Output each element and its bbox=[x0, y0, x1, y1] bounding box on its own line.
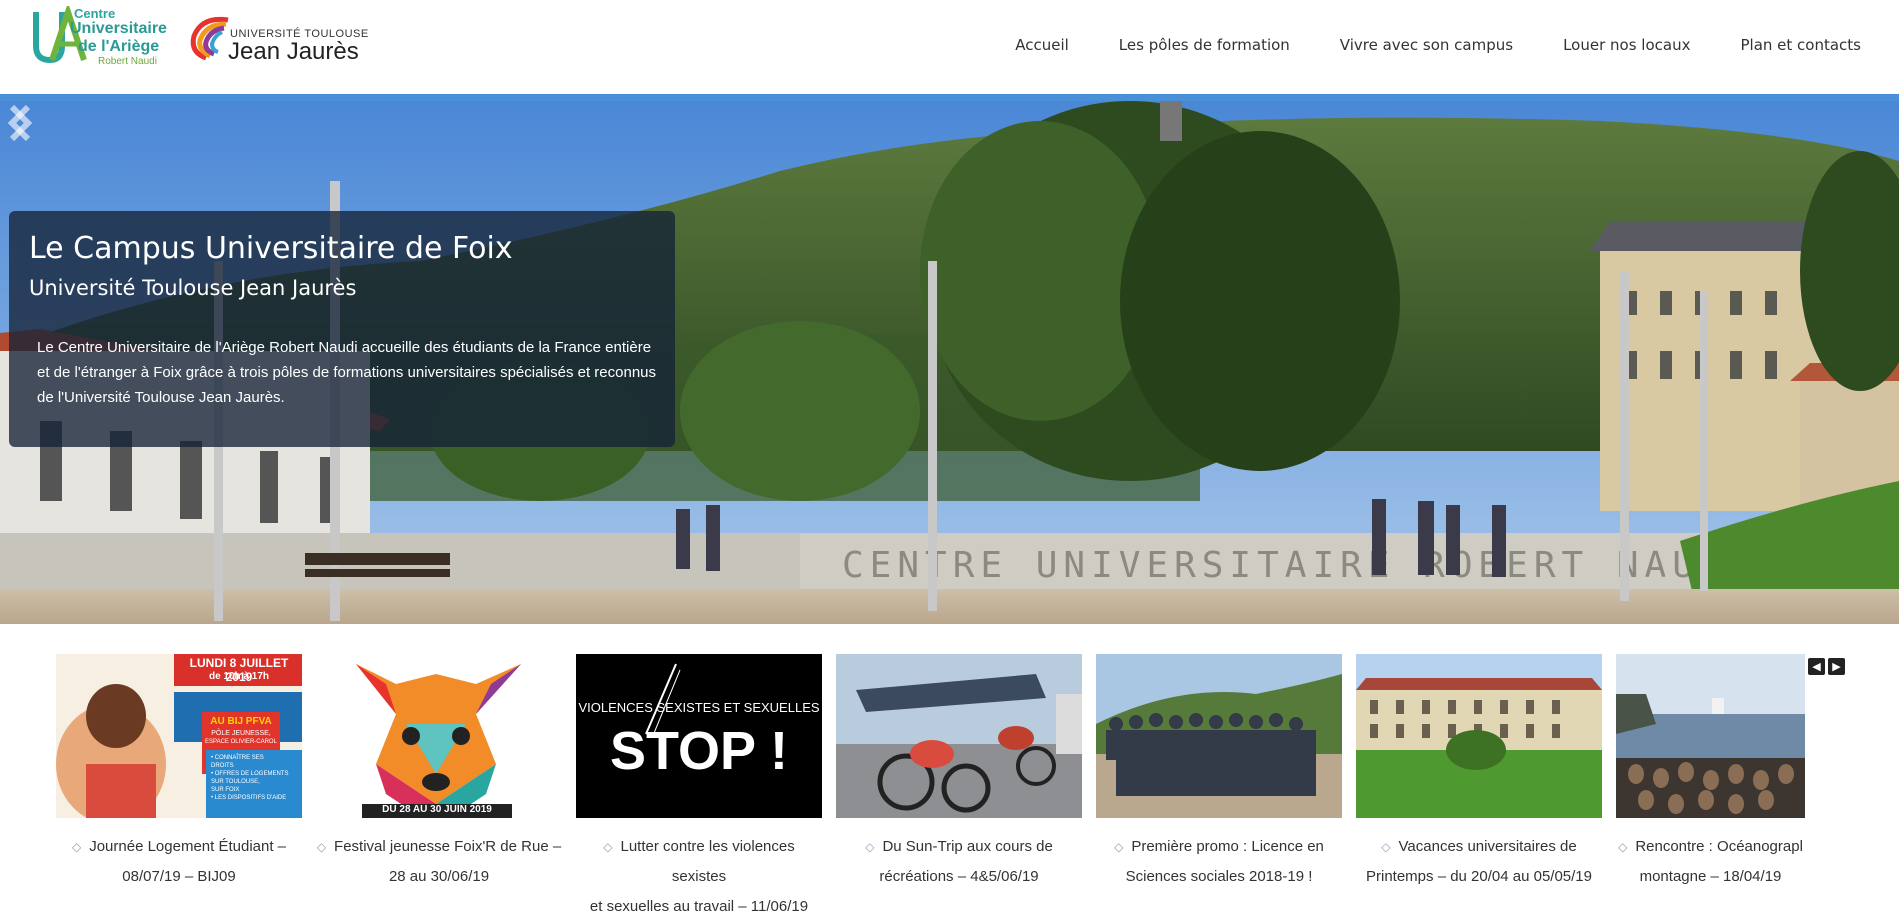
news-thumb[interactable] bbox=[1356, 654, 1602, 818]
diamond-bullet-icon: ◇ bbox=[1618, 840, 1628, 854]
utj-swirl-icon bbox=[190, 16, 229, 60]
poster-box3: ESPACE OLIVIER-CAROL bbox=[205, 739, 277, 745]
nav-item-poles-formation[interactable]: Les pôles de formation bbox=[1119, 36, 1290, 54]
poster-bullets: • CONNAÎTRE SES DROITS • OFFRES DE LOGEM… bbox=[211, 755, 289, 801]
hero-slider[interactable]: CENTRE UNIVERSITAIRE ROBERT NAUDI Le Cam… bbox=[0, 101, 1899, 624]
chevron-right-icon[interactable] bbox=[0, 101, 40, 145]
cua-logo-line3: de l'Ariège bbox=[78, 38, 160, 55]
nav-item-louer-locaux[interactable]: Louer nos locaux bbox=[1563, 36, 1690, 54]
news-title[interactable]: ◇ Vacances universitaires de Printemps – … bbox=[1356, 832, 1602, 892]
logo-centre-universitaire[interactable]: Centre Universitaire de l'Ariège Robert … bbox=[30, 6, 180, 67]
news-thumb[interactable]: VIOLENCES SEXISTES ET SEXUELLES STOP ! bbox=[576, 654, 822, 818]
news-thumb[interactable]: LUNDI 8 JUILLET 2019 de 10h à 17h AU BIJ… bbox=[56, 654, 302, 818]
logo-universite-toulouse[interactable]: UNIVERSITÉ TOULOUSE Jean Jaurès bbox=[188, 12, 388, 66]
poster-time: de 10h à 17h bbox=[208, 671, 270, 682]
nav-item-plan-contacts[interactable]: Plan et contacts bbox=[1740, 36, 1861, 54]
news-title[interactable]: ◇ Première promo : Licence en Sciences so… bbox=[1096, 832, 1342, 892]
poster-date: DU 28 AU 30 JUIN 2019 bbox=[382, 804, 492, 815]
nav-item-accueil[interactable]: Accueil bbox=[1015, 36, 1069, 54]
poster-box2: PÔLE JEUNESSE, bbox=[211, 730, 271, 737]
news-thumb[interactable] bbox=[1616, 654, 1805, 818]
news-thumb[interactable]: DU 28 AU 30 JUIN 2019 bbox=[316, 654, 562, 818]
hero-title: Le Campus Universitaire de Foix bbox=[29, 231, 513, 266]
main-nav: Accueil Les pôles de formation Vivre ave… bbox=[965, 36, 1861, 54]
header-accent-stripe bbox=[0, 94, 1899, 101]
diamond-bullet-icon: ◇ bbox=[1381, 840, 1391, 854]
poster-headline: VIOLENCES SEXISTES ET SEXUELLES bbox=[578, 700, 820, 715]
hero-caption: Le Campus Universitaire de Foix Universi… bbox=[9, 211, 675, 447]
hero-subtitle: Université Toulouse Jean Jaurès bbox=[29, 276, 357, 300]
utj-logo-line2: Jean Jaurès bbox=[228, 38, 359, 65]
poster-box1: AU BIJ PFVA bbox=[210, 716, 272, 727]
news-next-button[interactable]: ▶ bbox=[1828, 658, 1845, 675]
poster-stop: STOP ! bbox=[609, 721, 789, 781]
diamond-bullet-icon: ◇ bbox=[1114, 840, 1124, 854]
nav-item-vivre-campus[interactable]: Vivre avec son campus bbox=[1340, 36, 1513, 54]
news-thumb[interactable] bbox=[1096, 654, 1342, 818]
news-title[interactable]: ◇ Journée Logement Étudiant – 08/07/19 – … bbox=[56, 832, 302, 892]
diamond-bullet-icon: ◇ bbox=[316, 840, 327, 854]
cua-logo-line4: Robert Naudi bbox=[98, 56, 157, 67]
news-carousel: LUNDI 8 JUILLET 2019 de 10h à 17h AU BIJ… bbox=[0, 640, 1899, 915]
news-prev-button[interactable]: ◀ bbox=[1808, 658, 1825, 675]
news-title[interactable]: ◇ Festival jeunesse Foix'R de Rue – 28 au… bbox=[316, 832, 562, 892]
news-title[interactable]: ◇ Rencontre : Océanograpl montagne – 18/0… bbox=[1616, 832, 1805, 892]
news-title[interactable]: ◇ Lutter contre les violences sexistes et… bbox=[576, 832, 822, 922]
news-title[interactable]: ◇ Du Sun-Trip aux cours de récréations – … bbox=[836, 832, 1082, 892]
site-header: Centre Universitaire de l'Ariège Robert … bbox=[0, 0, 1899, 94]
wall-engraving: CENTRE UNIVERSITAIRE ROBERT NAUDI bbox=[842, 545, 1755, 586]
diamond-bullet-icon: ◇ bbox=[865, 840, 875, 854]
cua-logo-line2: Universitaire bbox=[70, 20, 167, 37]
hero-description: Le Centre Universitaire de l'Ariège Robe… bbox=[37, 339, 657, 406]
news-thumb[interactable] bbox=[836, 654, 1082, 818]
news-carousel-nav: ◀ ▶ bbox=[1808, 658, 1845, 675]
diamond-bullet-icon: ◇ bbox=[603, 840, 613, 854]
cua-logo-line1: Centre bbox=[74, 6, 116, 21]
diamond-bullet-icon: ◇ bbox=[71, 840, 82, 854]
